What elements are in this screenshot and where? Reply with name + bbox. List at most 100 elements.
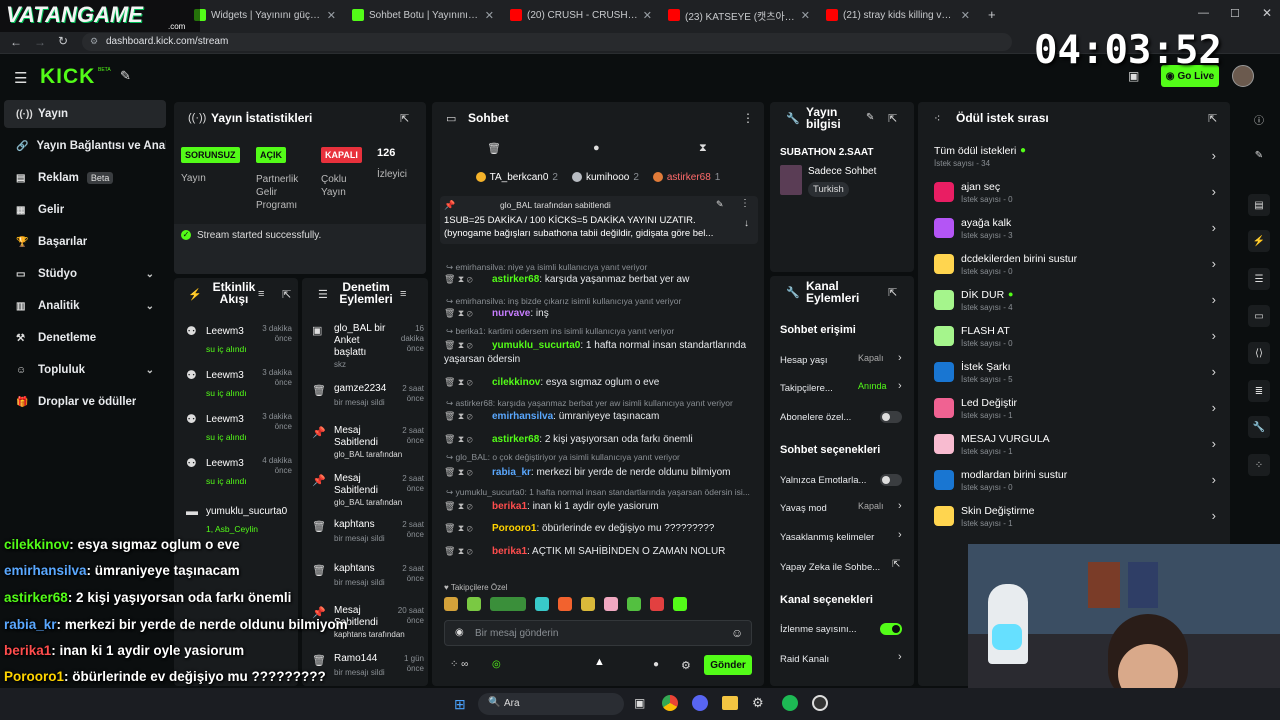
reward-item[interactable]: DİK DUR ● İstek sayısı - 4 › xyxy=(932,286,1222,320)
chat-username[interactable]: cilekkinov xyxy=(492,377,540,388)
back-icon[interactable]: ← xyxy=(10,35,22,49)
explorer-taskbar-icon[interactable] xyxy=(722,696,738,710)
emote-icon[interactable] xyxy=(581,597,595,611)
emote-icon[interactable] xyxy=(558,597,572,611)
tab-close-icon[interactable]: ✕ xyxy=(801,9,810,22)
chat-input[interactable]: ◉ Bir mesaj gönderin ☺ xyxy=(444,620,752,646)
sidebar-item-7[interactable]: ⚒ Denetleme xyxy=(4,324,166,352)
stack-icon[interactable]: ≣ xyxy=(1248,380,1270,402)
tab-close-icon[interactable]: ✕ xyxy=(485,9,494,22)
forward-icon[interactable]: → xyxy=(34,35,46,49)
activity-popout-icon[interactable]: ⇱ xyxy=(282,288,291,301)
channel-action-row[interactable]: Yavaş mod Kapalı › xyxy=(780,500,908,516)
pin-tool-icon[interactable]: ✎ xyxy=(120,68,131,84)
reward-item[interactable]: MESAJ VURGULA İstek sayısı - 1 › xyxy=(932,430,1222,464)
moderation-filter-icon[interactable]: ≡ xyxy=(400,288,406,300)
chat-username[interactable]: astirker68 xyxy=(492,274,539,285)
reward-item[interactable]: FLASH AT İstek sayısı - 0 › xyxy=(932,322,1222,356)
channel-action-row[interactable]: İzlenme sayısını... xyxy=(780,621,908,637)
site-info-icon[interactable]: ⚙ xyxy=(90,36,98,47)
emote-icon[interactable] xyxy=(604,597,618,611)
trash-icon[interactable]: 🗑 xyxy=(487,142,501,155)
message-mod-icons[interactable]: 🗑 ⧗ ⊘ xyxy=(444,465,492,479)
browser-tab[interactable]: (20) CRUSH - CRUSH! | Gözü Ka ✕ xyxy=(502,4,660,26)
sidebar-item-3[interactable]: ▦ Gelir xyxy=(4,196,166,224)
bolt-icon[interactable]: ⚡ xyxy=(1248,230,1270,252)
url-text[interactable]: dashboard.kick.com/stream xyxy=(106,36,228,47)
chat-more-icon[interactable]: ⋮ xyxy=(742,111,754,125)
reward-item[interactable]: dcdekilerden birini sustur İstek sayısı -… xyxy=(932,250,1222,284)
obs-taskbar-icon[interactable] xyxy=(812,695,828,711)
browser-tab[interactable]: (23) KATSEYE (캣츠아이) 'Hoot ✕ xyxy=(660,4,818,26)
reward-item[interactable]: ajan seç İstek sayısı - 0 › xyxy=(932,178,1222,212)
message-mod-icons[interactable]: 🗑 ⧗ ⊘ xyxy=(444,499,492,513)
pinned-more-icon[interactable]: ⋮ xyxy=(740,198,750,209)
message-mod-icons[interactable]: 🗑 ⧗ ⊘ xyxy=(444,521,492,535)
minimize-icon[interactable]: — xyxy=(1198,7,1209,19)
reload-icon[interactable]: ↻ xyxy=(58,34,68,48)
channel-action-row[interactable]: Raid Kanalı › xyxy=(780,651,908,667)
channel-action-row[interactable]: Hesap yaşı Kapalı › xyxy=(780,352,908,368)
maximize-icon[interactable]: ☐ xyxy=(1230,7,1240,20)
dots-icon[interactable]: ⁘ xyxy=(1248,454,1270,476)
channel-actions-popout-icon[interactable]: ⇱ xyxy=(888,286,897,299)
chat-username[interactable]: emirhansilva xyxy=(492,411,553,422)
chat-username[interactable]: yumuklu_sucurta0 xyxy=(492,340,580,351)
toggle-switch[interactable] xyxy=(880,411,902,423)
task-view-icon[interactable]: ▣ xyxy=(634,696,645,710)
kick-logo[interactable]: KICK xyxy=(40,65,95,89)
wrench-icon[interactable]: 🔧 xyxy=(1248,416,1270,438)
emote-icon[interactable] xyxy=(627,597,641,611)
emote-icon[interactable] xyxy=(490,597,526,611)
emote-icon[interactable] xyxy=(444,597,458,611)
browser-tab[interactable]: Sohbet Botu | Yayınını güçlendir ✕ xyxy=(344,4,502,26)
sidebar-item-6[interactable]: ▥ Analitik ⌄ xyxy=(4,292,166,320)
browser-tab[interactable]: Widgets | Yayınını güçlendirmek ✕ xyxy=(186,4,344,26)
toggle-switch[interactable] xyxy=(880,474,902,486)
chat-tools-icon[interactable]: ⁘ ∞ xyxy=(450,659,468,670)
reward-item[interactable]: Skin Değiştirme İstek sayısı - 1 › xyxy=(932,502,1222,536)
expand-down-icon[interactable]: ↓ xyxy=(744,218,749,229)
edit-icon[interactable]: ✎ xyxy=(866,112,874,123)
layout-icon[interactable]: ▤ xyxy=(1248,194,1270,216)
emoji-icon[interactable]: ☺ xyxy=(731,626,743,640)
pen-icon[interactable]: ✎ xyxy=(1248,144,1270,166)
popout-icon[interactable]: ⇱ xyxy=(400,112,409,125)
reward-item[interactable]: ayağa kalk İstek sayısı - 3 › xyxy=(932,214,1222,248)
chat-mode-icon[interactable]: ● xyxy=(653,659,659,670)
emote-icon[interactable] xyxy=(535,597,549,611)
emote-icon[interactable] xyxy=(650,597,664,611)
windows-start-icon[interactable]: ⊞ xyxy=(454,696,466,713)
sidebar-item-2[interactable]: ▤ Reklam Beta xyxy=(4,164,166,192)
toggle-switch[interactable] xyxy=(880,623,902,635)
message-mod-icons[interactable]: 🗑 ⧗ ⊘ xyxy=(444,375,492,389)
browser-tab[interactable]: (21) stray kids killing voice - You ✕ xyxy=(818,4,978,26)
channel-action-row[interactable]: Abonelere özel... xyxy=(780,409,908,425)
message-mod-icons[interactable]: 🗑 ⧗ ⊘ xyxy=(444,306,492,320)
tab-close-icon[interactable]: ✕ xyxy=(961,9,970,22)
message-icon[interactable]: ● xyxy=(593,142,600,154)
hamburger-menu-icon[interactable]: ☰ xyxy=(14,69,27,87)
sidebar-item-8[interactable]: ☺ Topluluk ⌄ xyxy=(4,356,166,384)
steam-taskbar-icon[interactable]: ⚙ xyxy=(752,695,764,711)
reward-item[interactable]: Led Değiştir İstek sayısı - 1 › xyxy=(932,394,1222,428)
chat-icon[interactable]: ▭ xyxy=(1248,305,1270,327)
chat-username[interactable]: berika1 xyxy=(492,546,527,557)
channel-action-row[interactable]: Yasaklanmış kelimeler › xyxy=(780,529,908,545)
taskbar-search[interactable]: 🔍 Ara xyxy=(478,693,624,715)
chat-username[interactable]: Poroorо1 xyxy=(492,523,536,534)
chat-username[interactable]: berika1 xyxy=(492,501,527,512)
tab-close-icon[interactable]: ✕ xyxy=(643,9,652,22)
reward-item[interactable]: İstek Şarkı İstek sayısı - 5 › xyxy=(932,358,1222,392)
chat-username[interactable]: nurvave xyxy=(492,308,530,319)
info-icon[interactable]: ⓘ xyxy=(1248,108,1270,130)
chat-username[interactable]: rabia_kr xyxy=(492,467,531,478)
all-rewards-row[interactable]: Tüm ödül istekleri ● İstek sayısı - 34 › xyxy=(932,143,1222,173)
sidebar-item-5[interactable]: ▭ Stüdyo ⌄ xyxy=(4,260,166,288)
sidebar-item-1[interactable]: 🔗 Yayın Bağlantısı ve Anahtar xyxy=(4,132,166,160)
send-button[interactable]: Gönder xyxy=(704,655,752,675)
chat-poll-icon[interactable]: ◎ xyxy=(492,659,501,670)
filter-icon[interactable]: ≡ xyxy=(258,288,264,300)
sidebar-item-4[interactable]: 🏆 Başarılar xyxy=(4,228,166,256)
list-icon[interactable]: ☰ xyxy=(1248,268,1270,290)
